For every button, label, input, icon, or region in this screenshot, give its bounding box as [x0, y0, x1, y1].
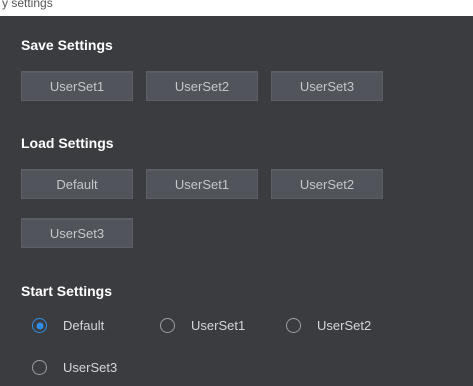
- save-settings-title: Save Settings: [21, 37, 113, 53]
- save-userset3-button[interactable]: UserSet3: [271, 71, 383, 101]
- radio-unchecked-icon[interactable]: [160, 318, 175, 333]
- load-userset1-button[interactable]: UserSet1: [146, 169, 258, 199]
- start-option-label: Default: [63, 318, 105, 333]
- start-option-label: UserSet3: [63, 360, 118, 375]
- header-fragment: y settings: [2, 0, 53, 10]
- save-userset1-button[interactable]: UserSet1: [21, 71, 133, 101]
- load-userset2-button[interactable]: UserSet2: [271, 169, 383, 199]
- start-option-userset3[interactable]: UserSet3: [32, 360, 117, 375]
- start-option-userset1[interactable]: UserSet1: [160, 318, 245, 333]
- load-settings-title: Load Settings: [21, 135, 114, 151]
- load-default-button[interactable]: Default: [21, 169, 133, 199]
- top-strip: y settings: [0, 0, 473, 16]
- start-option-userset2[interactable]: UserSet2: [286, 318, 371, 333]
- radio-unchecked-icon[interactable]: [286, 318, 301, 333]
- load-userset3-button[interactable]: UserSet3: [21, 218, 133, 248]
- save-userset2-button[interactable]: UserSet2: [146, 71, 258, 101]
- radio-checked-icon[interactable]: [32, 318, 47, 333]
- start-option-default[interactable]: Default: [32, 318, 104, 333]
- start-option-label: UserSet1: [191, 318, 246, 333]
- start-option-label: UserSet2: [317, 318, 372, 333]
- radio-unchecked-icon[interactable]: [32, 360, 47, 375]
- start-settings-title: Start Settings: [21, 283, 113, 299]
